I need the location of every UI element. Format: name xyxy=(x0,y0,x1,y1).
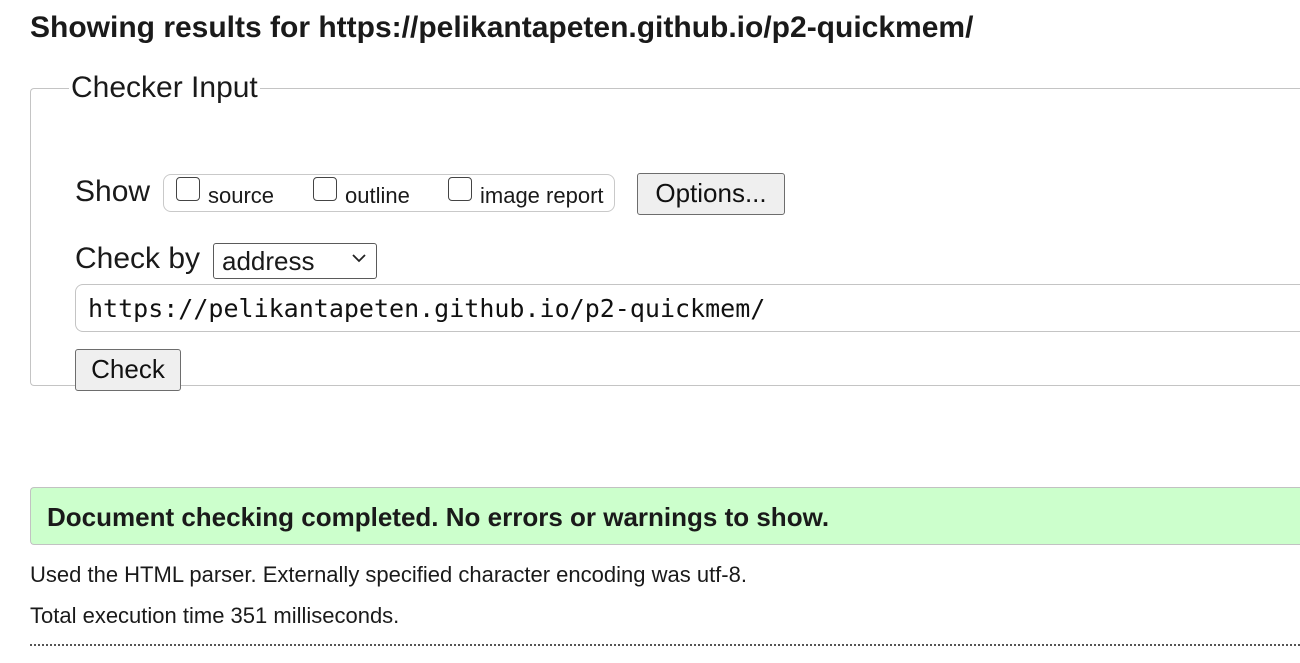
show-label: Show xyxy=(75,175,151,208)
source-checkbox[interactable] xyxy=(176,177,200,201)
success-message: Document checking completed. No errors o… xyxy=(47,502,830,532)
outline-checkbox-label: outline xyxy=(345,183,410,208)
check-button[interactable]: Check xyxy=(75,349,181,391)
checker-input-legend: Checker Input xyxy=(71,71,258,104)
outline-checkbox[interactable] xyxy=(313,177,337,201)
parser-info: Used the HTML parser. Externally specifi… xyxy=(30,562,747,587)
image-report-checkbox-label: image report xyxy=(480,183,604,208)
url-input[interactable]: https://pelikantapeten.github.io/p2-quic… xyxy=(75,284,1300,332)
chevron-down-icon xyxy=(352,254,366,263)
check-by-select[interactable]: address xyxy=(213,243,377,279)
url-input-value: https://pelikantapeten.github.io/p2-quic… xyxy=(88,294,766,323)
success-message-box: Document checking completed. No errors o… xyxy=(30,487,1300,545)
dotted-divider xyxy=(30,644,1300,646)
source-checkbox-label: source xyxy=(208,183,275,208)
image-report-checkbox[interactable] xyxy=(448,177,472,201)
show-options-group: source outline image report xyxy=(163,174,615,212)
check-by-selected-value: address xyxy=(222,246,315,276)
options-button[interactable]: Options... xyxy=(637,173,785,215)
check-by-label: Check by xyxy=(75,242,201,275)
validator-page: Showing results for https://pelikantapet… xyxy=(0,0,1300,663)
checker-input-fieldset: Checker Input Show source outline image … xyxy=(30,70,1300,391)
execution-time: Total execution time 351 milliseconds. xyxy=(30,603,400,628)
page-title: Showing results for https://pelikantapet… xyxy=(30,11,974,44)
